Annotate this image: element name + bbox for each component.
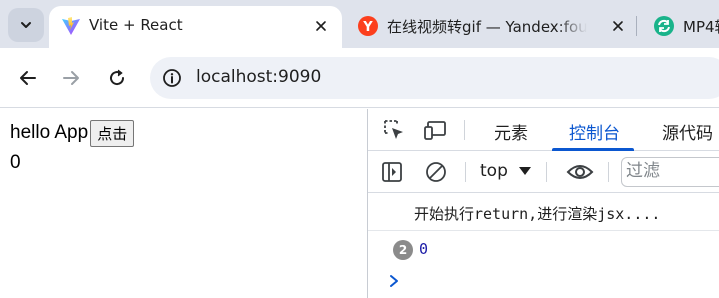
browser-toolbar: localhost:9090 — [0, 48, 719, 108]
forward-button[interactable] — [57, 64, 85, 92]
tab-vite-react[interactable]: Vite + React — [49, 6, 342, 48]
toolbar-divider — [465, 162, 466, 182]
arrow-right-icon — [63, 71, 79, 85]
reload-button[interactable] — [103, 64, 131, 92]
device-icon — [424, 121, 446, 140]
tab-yandex[interactable]: Y 在线视频转gif — Yandex:found — [346, 6, 636, 48]
tab-separator — [636, 16, 637, 36]
console-toolbar: top — [368, 151, 719, 193]
convert-logo-icon — [654, 16, 674, 36]
context-value: top — [480, 161, 508, 181]
devtools-tab-bar: 元素 控制台 源代码 — [368, 109, 719, 151]
site-info-icon[interactable] — [162, 68, 182, 88]
console-number-value: 0 — [419, 240, 429, 258]
toggle-sidebar-button[interactable] — [380, 160, 404, 184]
inspect-icon — [384, 120, 403, 139]
back-button[interactable] — [14, 64, 42, 92]
eye-icon — [566, 165, 594, 179]
close-tab-icon[interactable] — [311, 16, 331, 36]
close-tab-icon[interactable] — [608, 16, 628, 36]
console-filter[interactable] — [621, 157, 719, 187]
live-expression-button[interactable] — [566, 160, 594, 184]
tab-search-button[interactable] — [8, 8, 44, 42]
tab-title: 在线视频转gif — Yandex:found — [387, 18, 587, 36]
clear-console-button[interactable] — [424, 160, 448, 184]
sidebar-icon — [382, 162, 402, 182]
dropdown-arrow-icon — [518, 167, 531, 175]
tab-strip: Vite + React Y 在线视频转gif — Yandex:found M… — [0, 0, 719, 48]
yandex-logo-icon: Y — [358, 16, 378, 36]
clear-icon — [426, 162, 446, 182]
arrow-left-icon — [20, 71, 36, 85]
tab-title: Vite + React — [89, 16, 183, 34]
hello-row: hello App 点击 — [10, 120, 135, 147]
tab-title: MP4转 — [683, 18, 719, 36]
filter-input[interactable] — [622, 158, 719, 184]
toolbar-divider — [546, 162, 547, 182]
console-message: 开始执行return,进行渲染jsx.... — [368, 199, 719, 231]
reload-icon — [110, 69, 125, 86]
vite-logo-icon — [62, 17, 80, 35]
tab-mp4[interactable]: MP4转 — [642, 6, 719, 48]
chevron-down-icon — [21, 22, 31, 28]
hello-text: hello App — [10, 122, 89, 143]
console-message-text: 开始执行return,进行渲染jsx.... — [414, 205, 661, 223]
context-selector[interactable]: top — [480, 161, 532, 181]
console-prompt-chevron-icon[interactable] — [386, 273, 402, 289]
count-value: 0 — [10, 152, 21, 173]
console-message: 2 0 — [368, 235, 719, 265]
svg-text:Y: Y — [362, 20, 373, 35]
click-button[interactable]: 点击 — [90, 120, 135, 147]
tab-console[interactable]: 控制台 — [569, 119, 620, 144]
toolbar-divider — [608, 162, 609, 182]
page-viewport: hello App 点击 0 — [0, 109, 367, 298]
devtools-panel: 元素 控制台 源代码 top 过滤 开始执行return,进行渲染jsx....… — [367, 109, 719, 298]
inspect-element-button[interactable] — [382, 118, 406, 142]
url-text[interactable]: localhost:9090 — [196, 67, 321, 87]
repeat-count-badge: 2 — [393, 240, 413, 260]
tab-sources[interactable]: 源代码 — [662, 119, 713, 144]
toolbar-divider — [464, 120, 465, 140]
device-toolbar-button[interactable] — [424, 118, 448, 142]
tab-elements[interactable]: 元素 — [494, 119, 528, 144]
address-bar[interactable]: localhost:9090 — [150, 57, 719, 99]
